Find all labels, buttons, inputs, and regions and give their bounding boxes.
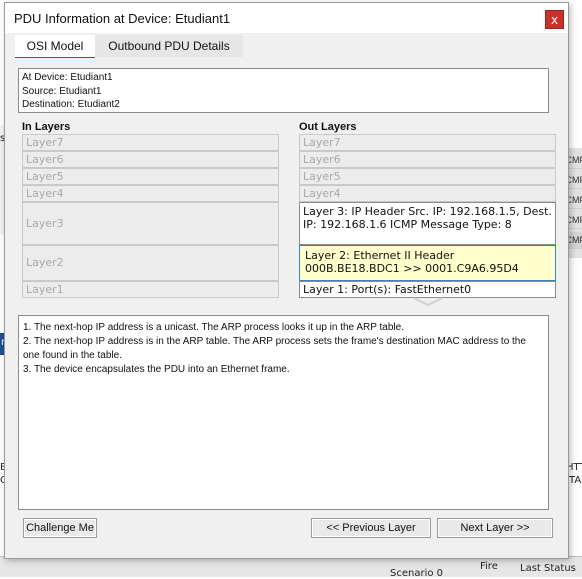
- info-source: Source: Etudiant1: [22, 85, 102, 97]
- in-layers-heading: In Layers: [22, 121, 71, 133]
- title-bar[interactable]: PDU Information at Device: Etudiant1 x: [5, 3, 568, 33]
- in-layer-4[interactable]: Layer4: [22, 185, 279, 202]
- device-info-box: At Device: Etudiant1 Source: Etudiant1 D…: [18, 68, 549, 113]
- background-fragment: Scenario 0: [390, 568, 444, 579]
- out-layer-6[interactable]: Layer6: [299, 151, 556, 168]
- out-layer-4[interactable]: Layer4: [299, 185, 556, 202]
- description-line: 2. The next-hop IP address is in the ARP…: [23, 336, 526, 361]
- out-layer-1[interactable]: Layer 1: Port(s): FastEthernet0: [299, 281, 556, 298]
- info-device: At Device: Etudiant1: [22, 72, 113, 83]
- in-layer-7[interactable]: Layer7: [22, 134, 279, 151]
- tab-bar: OSI Model Outbound PDU Details: [15, 35, 245, 59]
- close-button[interactable]: x: [545, 10, 564, 29]
- background-fragment: Fire: [480, 561, 498, 572]
- out-layer-2[interactable]: Layer 2: Ethernet II Header 000B.BE18.BD…: [299, 245, 556, 281]
- description-line: 3. The device encapsulates the PDU into …: [23, 364, 290, 375]
- layer-pointer-icon: [413, 297, 443, 307]
- info-destination: Destination: Etudiant2: [22, 99, 120, 110]
- out-layer-5[interactable]: Layer5: [299, 168, 556, 185]
- previous-layer-button[interactable]: << Previous Layer: [311, 518, 431, 538]
- tab-outbound-pdu-details[interactable]: Outbound PDU Details: [95, 35, 243, 57]
- description-line: 1. The next-hop IP address is a unicast.…: [23, 322, 404, 333]
- window-title: PDU Information at Device: Etudiant1: [14, 11, 231, 26]
- out-layer-7[interactable]: Layer7: [299, 134, 556, 151]
- in-layer-6[interactable]: Layer6: [22, 151, 279, 168]
- in-layer-5[interactable]: Layer5: [22, 168, 279, 185]
- in-layer-1[interactable]: Layer1: [22, 281, 279, 298]
- in-layer-2[interactable]: Layer2: [22, 245, 279, 281]
- challenge-me-button[interactable]: Challenge Me: [23, 518, 97, 538]
- next-layer-button[interactable]: Next Layer >>: [437, 518, 553, 538]
- background-fragment: TA: [569, 475, 582, 486]
- out-layer-3[interactable]: Layer 3: IP Header Src. IP: 192.168.1.5,…: [299, 202, 556, 245]
- pdu-info-dialog: PDU Information at Device: Etudiant1 x O…: [4, 2, 569, 559]
- process-description-box: 1. The next-hop IP address is a unicast.…: [18, 315, 549, 510]
- tab-osi-model[interactable]: OSI Model: [15, 35, 95, 59]
- background-status-bar: Fire Last Status Scenario 0: [0, 556, 582, 579]
- in-layer-3[interactable]: Layer3: [22, 202, 279, 245]
- background-fragment: Last Status: [520, 563, 576, 574]
- out-layers-heading: Out Layers: [299, 121, 357, 133]
